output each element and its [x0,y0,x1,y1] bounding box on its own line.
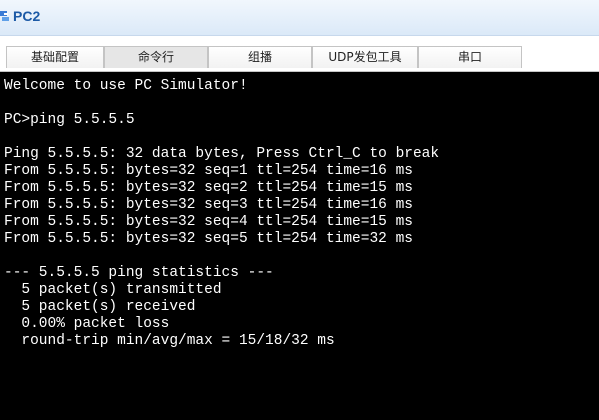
command-line-console[interactable]: Welcome to use PC Simulator! PC>ping 5.5… [0,72,599,420]
console-line: 0.00% packet loss [4,316,170,332]
console-line: From 5.5.5.5: bytes=32 seq=4 ttl=254 tim… [4,214,413,230]
tab-serial-port[interactable]: 串口 [418,46,522,68]
console-line: From 5.5.5.5: bytes=32 seq=1 ttl=254 tim… [4,163,413,179]
console-line: --- 5.5.5.5 ping statistics --- [4,265,274,281]
tab-multicast[interactable]: 组播 [208,46,312,68]
tab-basic-config[interactable]: 基础配置 [6,46,104,68]
console-line: Ping 5.5.5.5: 32 data bytes, Press Ctrl_… [4,146,440,162]
console-line: From 5.5.5.5: bytes=32 seq=5 ttl=254 tim… [4,231,413,247]
pc-simulator-window: PC2 基础配置 命令行 组播 UDP发包工具 串口 Welcome to us… [0,0,599,420]
tab-command-line[interactable]: 命令行 [104,46,208,68]
console-line: From 5.5.5.5: bytes=32 seq=3 ttl=254 tim… [4,197,413,213]
console-line: Welcome to use PC Simulator! [4,78,248,94]
console-line: 5 packet(s) received [4,299,196,315]
console-line: PC>ping 5.5.5.5 [4,112,135,128]
title-bar: PC2 [0,0,599,36]
tab-udp-tool[interactable]: UDP发包工具 [312,46,418,68]
window-title: PC2 [13,8,41,24]
console-line: From 5.5.5.5: bytes=32 seq=2 ttl=254 tim… [4,180,413,196]
console-line: 5 packet(s) transmitted [4,282,222,298]
tab-bar: 基础配置 命令行 组播 UDP发包工具 串口 [0,36,599,72]
console-line: round-trip min/avg/max = 15/18/32 ms [4,333,335,349]
pc-icon [0,11,9,21]
